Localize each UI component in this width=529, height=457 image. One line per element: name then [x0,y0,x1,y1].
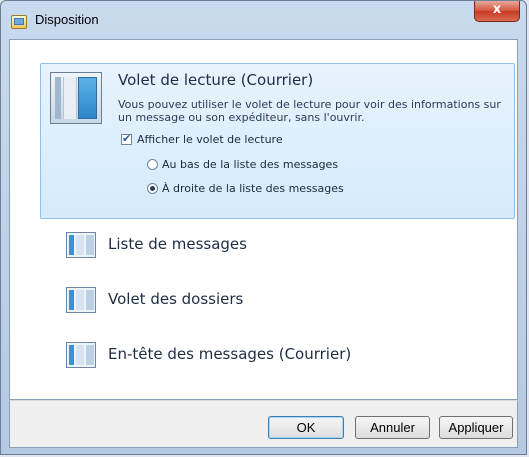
window-title: Disposition [35,12,99,27]
folder-pane-layout-icon [66,287,96,313]
close-button[interactable]: x [474,1,520,22]
reading-pane-description: Vous pouvez utiliser le volet de lecture… [118,98,501,124]
disposition-dialog: Disposition x Volet de lecture (Courrier… [0,0,527,455]
layout-item-message-headers[interactable]: En-tête des messages (Courrier) [66,342,466,372]
show-reading-pane-label[interactable]: Afficher le volet de lecture [137,133,283,146]
folder-pane-label: Volet des dossiers [108,290,244,308]
radio-bottom[interactable] [147,159,158,170]
layout-item-message-list[interactable]: Liste de messages [66,232,466,262]
radio-bottom-label[interactable]: Au bas de la liste des messages [162,158,338,171]
radio-right-label[interactable]: À droite de la liste des messages [162,182,344,195]
layout-item-folder-pane[interactable]: Volet des dossiers [66,287,466,317]
dialog-content: Volet de lecture (Courrier) Vous pouvez … [9,39,518,400]
message-list-label: Liste de messages [108,235,247,253]
apply-button[interactable]: Appliquer [439,416,513,439]
checkmark-icon: ✔ [122,132,132,145]
message-list-layout-icon [66,232,96,258]
radio-selected-dot [150,186,155,191]
message-headers-layout-icon [66,342,96,368]
reading-pane-layout-icon [50,72,102,124]
title-bar[interactable]: Disposition x [1,1,526,39]
radio-right[interactable] [147,183,158,194]
reading-pane-title: Volet de lecture (Courrier) [118,71,314,89]
ok-button[interactable]: OK [268,416,344,439]
message-headers-label: En-tête des messages (Courrier) [108,345,352,363]
reading-pane-section[interactable]: Volet de lecture (Courrier) Vous pouvez … [40,63,515,219]
button-bar: OK Annuler Appliquer [9,400,518,448]
app-icon [11,15,27,29]
cancel-button[interactable]: Annuler [355,416,430,439]
show-reading-pane-checkbox[interactable]: ✔ [121,132,132,145]
